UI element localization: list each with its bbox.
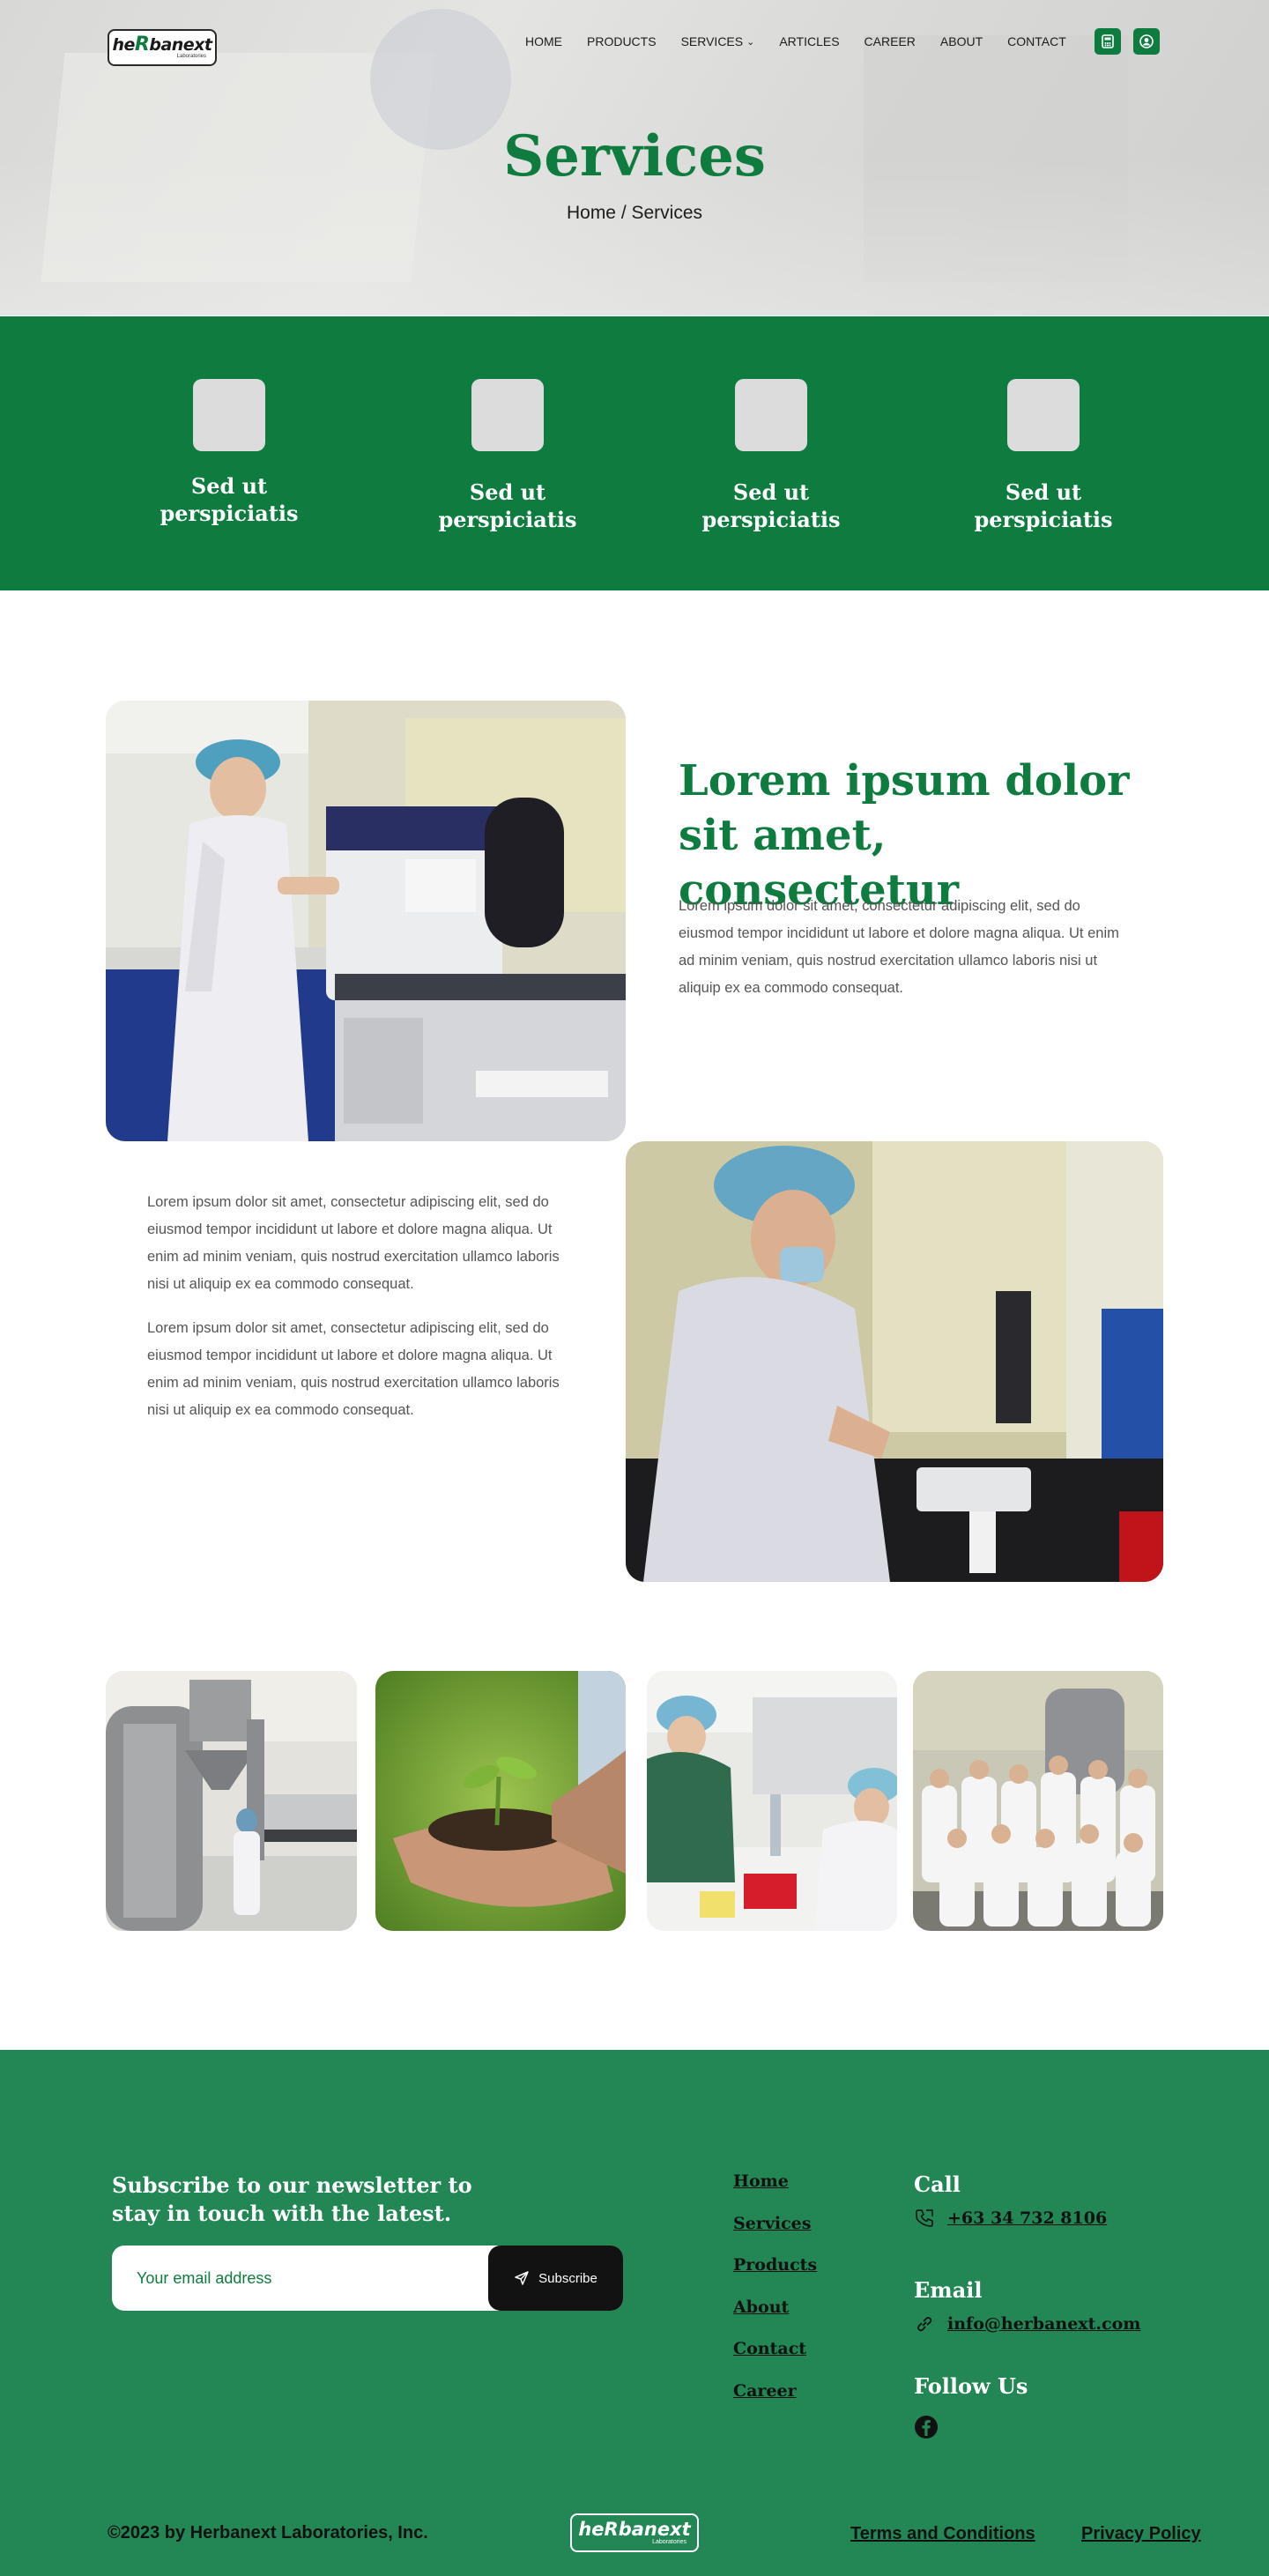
feature-icon xyxy=(1007,379,1080,451)
email-title: Email xyxy=(914,2277,983,2303)
footer-link-home[interactable]: Home xyxy=(733,2171,817,2214)
content-paragraph: Lorem ipsum dolor sit amet, consectetur … xyxy=(147,1194,560,1292)
nav-services[interactable]: SERVICES ⌄ xyxy=(681,34,755,48)
content-paragraph: Lorem ipsum dolor sit amet, consectetur … xyxy=(147,1320,560,1418)
newsletter-form: Subscribe xyxy=(112,2246,623,2311)
nav-contact[interactable]: CONTACT xyxy=(1007,34,1066,48)
footer-link-services[interactable]: Services xyxy=(733,2214,817,2256)
feature-label: Sed ut perspiciatis xyxy=(160,473,299,526)
lab-technician-photo xyxy=(106,701,626,1141)
gallery-photo-team xyxy=(913,1671,1163,1931)
gallery-photo-seedling-hands xyxy=(375,1671,626,1931)
gallery-photo-extraction-tank xyxy=(106,1671,357,1931)
call-title: Call xyxy=(914,2171,961,2197)
phone-link[interactable]: +63 34 732 8106 xyxy=(947,2209,1107,2228)
newsletter-title: Subscribe to our newsletter to stay in t… xyxy=(112,2172,472,2226)
newsletter-email-input[interactable] xyxy=(137,2267,454,2290)
lab-analyst-photo xyxy=(626,1141,1163,1582)
send-icon xyxy=(515,2271,529,2285)
link-icon xyxy=(917,2317,932,2332)
feature-card[interactable]: Sed ut perspiciatis xyxy=(402,379,613,533)
follow-title: Follow Us xyxy=(914,2373,1028,2399)
footer-link-about[interactable]: About xyxy=(733,2298,817,2340)
privacy-link[interactable]: Privacy Policy xyxy=(1081,2524,1201,2544)
gallery-photo-lab-researchers xyxy=(647,1671,897,1931)
header-logo[interactable]: heRbanext Laboratories xyxy=(108,29,217,66)
email-link[interactable]: info@herbanext.com xyxy=(947,2314,1140,2334)
footer-link-products[interactable]: Products xyxy=(733,2255,817,2298)
footer-link-contact[interactable]: Contact xyxy=(733,2339,817,2381)
feature-label: Sed ut perspiciatis xyxy=(974,479,1113,532)
feature-icon xyxy=(193,379,265,451)
nav-career[interactable]: CAREER xyxy=(865,34,916,48)
chevron-down-icon: ⌄ xyxy=(746,36,755,48)
nav-products[interactable]: PRODUCTS xyxy=(587,34,657,48)
subscribe-button[interactable]: Subscribe xyxy=(488,2246,623,2311)
content-paragraph: Lorem ipsum dolor sit amet, consectetur … xyxy=(679,898,1119,996)
subscribe-label: Subscribe xyxy=(538,2270,597,2286)
breadcrumb: Home / Services xyxy=(566,203,703,223)
footer-email: Email info@herbanext.com xyxy=(914,2277,1140,2335)
nav-about[interactable]: ABOUT xyxy=(940,34,983,48)
account-button[interactable] xyxy=(1133,28,1160,55)
feature-label: Sed ut perspiciatis xyxy=(438,479,577,532)
feature-card[interactable]: Sed ut perspiciatis xyxy=(665,379,877,533)
footer-logo[interactable]: heRbanext Laboratories xyxy=(570,2513,699,2552)
phone-icon xyxy=(916,2209,933,2227)
feature-icon xyxy=(471,379,544,451)
feature-card[interactable]: Sed ut perspiciatis xyxy=(123,379,335,527)
calculator-button[interactable] xyxy=(1095,28,1121,55)
footer-link-career[interactable]: Career xyxy=(733,2381,817,2424)
feature-icon xyxy=(735,379,807,451)
copyright: ©2023 by Herbanext Laboratories, Inc. xyxy=(108,2523,428,2543)
main-nav: HOME PRODUCTS SERVICES ⌄ ARTICLES CAREER … xyxy=(525,34,1091,48)
feature-card[interactable]: Sed ut perspiciatis xyxy=(938,379,1149,533)
nav-articles[interactable]: ARTICLES xyxy=(779,34,839,48)
footer-follow: Follow Us xyxy=(914,2373,1028,2439)
facebook-icon[interactable] xyxy=(914,2415,939,2439)
terms-link[interactable]: Terms and Conditions xyxy=(850,2524,1035,2544)
footer-call: Call +63 34 732 8106 xyxy=(914,2171,1107,2229)
feature-label: Sed ut perspiciatis xyxy=(701,479,841,532)
footer-links: Home Services Products About Contact Car… xyxy=(733,2171,817,2423)
page-title: Services xyxy=(503,123,766,189)
calculator-icon xyxy=(1102,34,1114,48)
user-circle-icon xyxy=(1139,34,1154,48)
nav-home[interactable]: HOME xyxy=(525,34,562,48)
